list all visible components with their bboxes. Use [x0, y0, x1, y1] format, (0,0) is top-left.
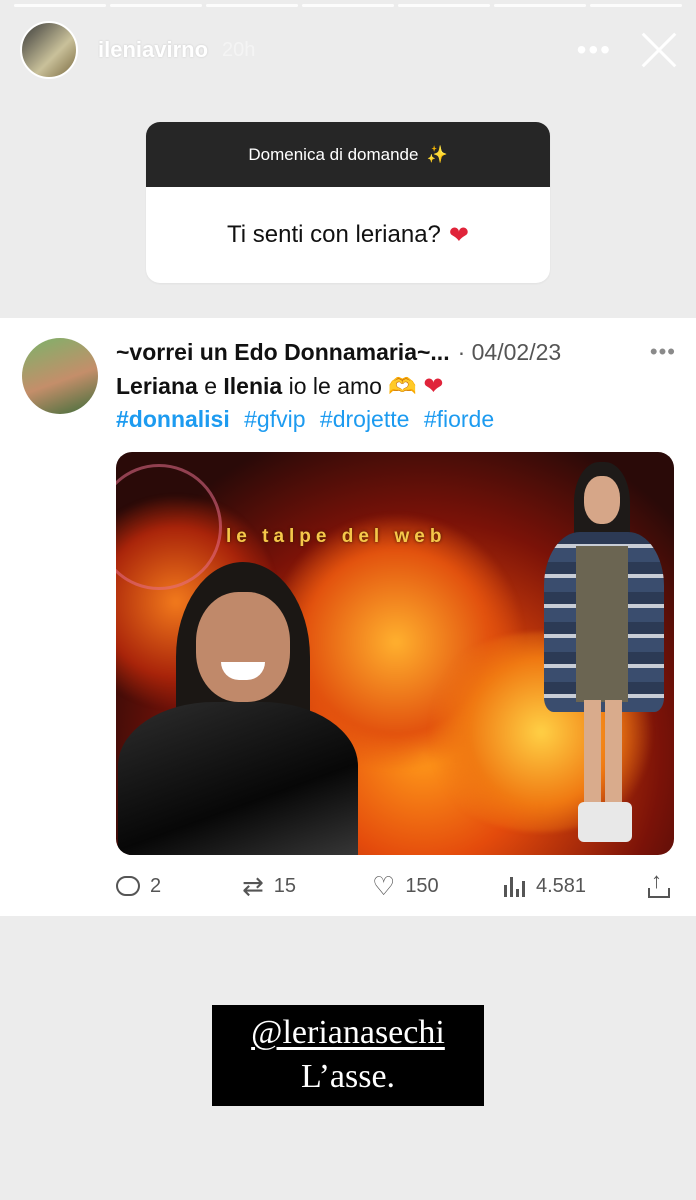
photo-person-left	[118, 562, 358, 855]
like-icon: ♡	[372, 871, 396, 901]
question-header: Domenica di domande ✨	[146, 122, 550, 187]
hashtag: #gfvip	[244, 406, 306, 432]
progress-segment	[398, 4, 490, 7]
tweet-screenshot: ~vorrei un Edo Donnamaria~... · 04/02/23…	[0, 318, 696, 916]
tweet-actions: 2 ⇄ 15 ♡ 150 4.581	[116, 868, 676, 904]
hashtag: #fiorde	[423, 406, 495, 432]
progress-segment	[590, 4, 682, 7]
views-action: 4.581	[504, 875, 648, 898]
sparkles-icon: ✨	[426, 144, 448, 164]
story-username[interactable]: ileniavirno	[98, 37, 208, 63]
question-title: Domenica di domande	[248, 144, 419, 164]
reply-action: 2	[116, 875, 242, 898]
watermark-text: le talpe del web	[226, 526, 447, 547]
tweet-date: · 04/02/23	[457, 338, 562, 365]
question-body: Ti senti con leriana? ❤	[146, 187, 550, 283]
hashtag: #drojette	[319, 406, 410, 432]
views-count: 4.581	[536, 874, 587, 897]
tweet-author-name: ~vorrei un Edo Donnamaria~...	[116, 338, 450, 365]
story-caption: L’asse.	[300, 1058, 396, 1095]
heart-icon: ❤	[448, 221, 469, 249]
story-time: 20h	[222, 38, 256, 61]
like-action: ♡ 150	[372, 873, 504, 899]
tweet-hashtags: #donnalisi #gfvip #drojette #fiorde	[116, 406, 502, 433]
like-count: 150	[405, 874, 439, 897]
progress-segment	[494, 4, 586, 7]
tweet-image: le talpe del web	[116, 452, 674, 855]
tweet-text-and: e	[204, 373, 218, 399]
text-sticker: @lerianasechi L’asse.	[212, 1005, 484, 1106]
reply-icon	[116, 876, 140, 896]
close-icon[interactable]	[640, 31, 678, 69]
question-sticker[interactable]: Domenica di domande ✨ Ti senti con leria…	[146, 122, 550, 283]
tweet-name-1: Leriana	[116, 373, 198, 399]
story-progress-bar	[14, 4, 682, 7]
hashtag: #donnalisi	[116, 406, 230, 432]
mention-sticker[interactable]: @lerianasechi	[212, 1011, 484, 1055]
retweet-icon: ⇄	[242, 871, 264, 901]
question-text: Ti senti con leriana?	[227, 221, 441, 248]
share-icon	[648, 868, 670, 898]
more-options-icon[interactable]: •••	[577, 34, 612, 66]
tweet-text: Leriana e Ilenia io le amo 🫶 ❤	[116, 372, 443, 401]
retweet-action: ⇄ 15	[242, 873, 372, 899]
heart-icon: ❤	[423, 373, 444, 400]
progress-segment	[206, 4, 298, 7]
progress-segment	[302, 4, 394, 7]
heart-hands-icon: 🫶	[388, 373, 417, 399]
story-avatar[interactable]	[20, 21, 78, 79]
story-header: ileniavirno 20h •••	[20, 20, 678, 80]
retweet-count: 15	[273, 874, 297, 897]
progress-segment	[110, 4, 202, 7]
share-action	[648, 868, 670, 898]
photo-person-right	[536, 462, 666, 847]
tweet-avatar	[22, 338, 98, 414]
progress-segment	[14, 4, 106, 7]
tweet-name-2: Ilenia	[223, 373, 283, 399]
tweet-meta: ~vorrei un Edo Donnamaria~... · 04/02/23…	[116, 336, 676, 368]
reply-count: 2	[150, 874, 162, 897]
tweet-more-icon: •••	[649, 339, 676, 364]
views-icon	[504, 875, 526, 897]
tweet-text-tail: io le amo	[288, 373, 382, 399]
